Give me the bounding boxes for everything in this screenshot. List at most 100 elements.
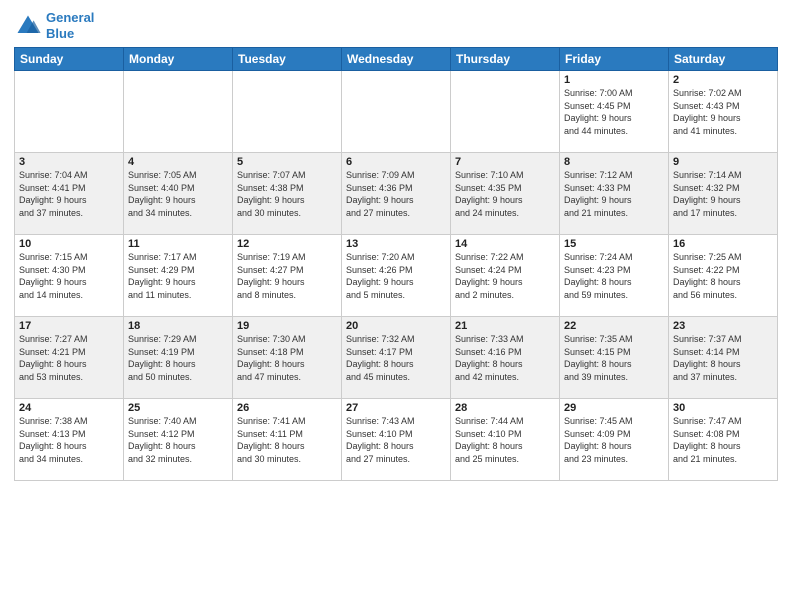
- day-number: 19: [237, 320, 337, 332]
- day-number: 23: [673, 320, 773, 332]
- calendar-cell: 29Sunrise: 7:45 AM Sunset: 4:09 PM Dayli…: [560, 399, 669, 481]
- day-info: Sunrise: 7:02 AM Sunset: 4:43 PM Dayligh…: [673, 87, 773, 137]
- day-info: Sunrise: 7:35 AM Sunset: 4:15 PM Dayligh…: [564, 333, 664, 383]
- day-number: 5: [237, 156, 337, 168]
- day-info: Sunrise: 7:14 AM Sunset: 4:32 PM Dayligh…: [673, 169, 773, 219]
- day-number: 30: [673, 402, 773, 414]
- day-info: Sunrise: 7:05 AM Sunset: 4:40 PM Dayligh…: [128, 169, 228, 219]
- calendar-cell: 22Sunrise: 7:35 AM Sunset: 4:15 PM Dayli…: [560, 317, 669, 399]
- calendar-header-row: SundayMondayTuesdayWednesdayThursdayFrid…: [15, 48, 778, 71]
- calendar-cell: 8Sunrise: 7:12 AM Sunset: 4:33 PM Daylig…: [560, 153, 669, 235]
- day-number: 26: [237, 402, 337, 414]
- day-info: Sunrise: 7:09 AM Sunset: 4:36 PM Dayligh…: [346, 169, 446, 219]
- calendar-cell: 26Sunrise: 7:41 AM Sunset: 4:11 PM Dayli…: [233, 399, 342, 481]
- day-info: Sunrise: 7:04 AM Sunset: 4:41 PM Dayligh…: [19, 169, 119, 219]
- day-info: Sunrise: 7:30 AM Sunset: 4:18 PM Dayligh…: [237, 333, 337, 383]
- day-info: Sunrise: 7:41 AM Sunset: 4:11 PM Dayligh…: [237, 415, 337, 465]
- day-number: 20: [346, 320, 446, 332]
- calendar-cell: [451, 71, 560, 153]
- day-number: 29: [564, 402, 664, 414]
- day-info: Sunrise: 7:44 AM Sunset: 4:10 PM Dayligh…: [455, 415, 555, 465]
- calendar-cell: 12Sunrise: 7:19 AM Sunset: 4:27 PM Dayli…: [233, 235, 342, 317]
- day-info: Sunrise: 7:25 AM Sunset: 4:22 PM Dayligh…: [673, 251, 773, 301]
- weekday-header: Monday: [124, 48, 233, 71]
- day-number: 1: [564, 74, 664, 86]
- day-info: Sunrise: 7:40 AM Sunset: 4:12 PM Dayligh…: [128, 415, 228, 465]
- calendar-cell: 2Sunrise: 7:02 AM Sunset: 4:43 PM Daylig…: [669, 71, 778, 153]
- day-info: Sunrise: 7:00 AM Sunset: 4:45 PM Dayligh…: [564, 87, 664, 137]
- calendar-cell: 24Sunrise: 7:38 AM Sunset: 4:13 PM Dayli…: [15, 399, 124, 481]
- day-info: Sunrise: 7:29 AM Sunset: 4:19 PM Dayligh…: [128, 333, 228, 383]
- calendar-cell: 3Sunrise: 7:04 AM Sunset: 4:41 PM Daylig…: [15, 153, 124, 235]
- day-number: 8: [564, 156, 664, 168]
- day-number: 22: [564, 320, 664, 332]
- weekday-header: Thursday: [451, 48, 560, 71]
- calendar-cell: 13Sunrise: 7:20 AM Sunset: 4:26 PM Dayli…: [342, 235, 451, 317]
- day-number: 14: [455, 238, 555, 250]
- day-number: 28: [455, 402, 555, 414]
- calendar-cell: 30Sunrise: 7:47 AM Sunset: 4:08 PM Dayli…: [669, 399, 778, 481]
- calendar-cell: 6Sunrise: 7:09 AM Sunset: 4:36 PM Daylig…: [342, 153, 451, 235]
- day-number: 25: [128, 402, 228, 414]
- day-info: Sunrise: 7:17 AM Sunset: 4:29 PM Dayligh…: [128, 251, 228, 301]
- day-number: 7: [455, 156, 555, 168]
- calendar-cell: 14Sunrise: 7:22 AM Sunset: 4:24 PM Dayli…: [451, 235, 560, 317]
- day-number: 17: [19, 320, 119, 332]
- calendar-cell: 5Sunrise: 7:07 AM Sunset: 4:38 PM Daylig…: [233, 153, 342, 235]
- day-info: Sunrise: 7:37 AM Sunset: 4:14 PM Dayligh…: [673, 333, 773, 383]
- calendar-cell: [233, 71, 342, 153]
- day-number: 16: [673, 238, 773, 250]
- calendar-cell: 25Sunrise: 7:40 AM Sunset: 4:12 PM Dayli…: [124, 399, 233, 481]
- day-info: Sunrise: 7:32 AM Sunset: 4:17 PM Dayligh…: [346, 333, 446, 383]
- day-number: 3: [19, 156, 119, 168]
- day-number: 4: [128, 156, 228, 168]
- day-number: 10: [19, 238, 119, 250]
- day-number: 6: [346, 156, 446, 168]
- day-number: 9: [673, 156, 773, 168]
- weekday-header: Tuesday: [233, 48, 342, 71]
- calendar-cell: 28Sunrise: 7:44 AM Sunset: 4:10 PM Dayli…: [451, 399, 560, 481]
- calendar-cell: 11Sunrise: 7:17 AM Sunset: 4:29 PM Dayli…: [124, 235, 233, 317]
- calendar-cell: [124, 71, 233, 153]
- calendar-cell: 4Sunrise: 7:05 AM Sunset: 4:40 PM Daylig…: [124, 153, 233, 235]
- calendar-cell: 10Sunrise: 7:15 AM Sunset: 4:30 PM Dayli…: [15, 235, 124, 317]
- calendar-week-row: 10Sunrise: 7:15 AM Sunset: 4:30 PM Dayli…: [15, 235, 778, 317]
- day-number: 21: [455, 320, 555, 332]
- day-number: 12: [237, 238, 337, 250]
- calendar-cell: 7Sunrise: 7:10 AM Sunset: 4:35 PM Daylig…: [451, 153, 560, 235]
- day-info: Sunrise: 7:45 AM Sunset: 4:09 PM Dayligh…: [564, 415, 664, 465]
- weekday-header: Wednesday: [342, 48, 451, 71]
- calendar-week-row: 17Sunrise: 7:27 AM Sunset: 4:21 PM Dayli…: [15, 317, 778, 399]
- day-number: 18: [128, 320, 228, 332]
- header: General Blue: [14, 10, 778, 41]
- page: General Blue SundayMondayTuesdayWednesda…: [0, 0, 792, 612]
- calendar: SundayMondayTuesdayWednesdayThursdayFrid…: [14, 47, 778, 481]
- calendar-cell: 27Sunrise: 7:43 AM Sunset: 4:10 PM Dayli…: [342, 399, 451, 481]
- day-info: Sunrise: 7:20 AM Sunset: 4:26 PM Dayligh…: [346, 251, 446, 301]
- calendar-cell: 17Sunrise: 7:27 AM Sunset: 4:21 PM Dayli…: [15, 317, 124, 399]
- day-info: Sunrise: 7:07 AM Sunset: 4:38 PM Dayligh…: [237, 169, 337, 219]
- weekday-header: Friday: [560, 48, 669, 71]
- day-info: Sunrise: 7:43 AM Sunset: 4:10 PM Dayligh…: [346, 415, 446, 465]
- calendar-cell: 15Sunrise: 7:24 AM Sunset: 4:23 PM Dayli…: [560, 235, 669, 317]
- day-number: 2: [673, 74, 773, 86]
- day-number: 11: [128, 238, 228, 250]
- logo: General Blue: [14, 10, 94, 41]
- logo-icon: [14, 12, 42, 40]
- calendar-cell: [15, 71, 124, 153]
- day-info: Sunrise: 7:12 AM Sunset: 4:33 PM Dayligh…: [564, 169, 664, 219]
- day-info: Sunrise: 7:47 AM Sunset: 4:08 PM Dayligh…: [673, 415, 773, 465]
- day-info: Sunrise: 7:24 AM Sunset: 4:23 PM Dayligh…: [564, 251, 664, 301]
- weekday-header: Sunday: [15, 48, 124, 71]
- calendar-cell: 20Sunrise: 7:32 AM Sunset: 4:17 PM Dayli…: [342, 317, 451, 399]
- day-info: Sunrise: 7:33 AM Sunset: 4:16 PM Dayligh…: [455, 333, 555, 383]
- day-number: 27: [346, 402, 446, 414]
- day-info: Sunrise: 7:10 AM Sunset: 4:35 PM Dayligh…: [455, 169, 555, 219]
- calendar-cell: 23Sunrise: 7:37 AM Sunset: 4:14 PM Dayli…: [669, 317, 778, 399]
- day-info: Sunrise: 7:27 AM Sunset: 4:21 PM Dayligh…: [19, 333, 119, 383]
- day-info: Sunrise: 7:38 AM Sunset: 4:13 PM Dayligh…: [19, 415, 119, 465]
- logo-text: General Blue: [46, 10, 94, 41]
- calendar-cell: 16Sunrise: 7:25 AM Sunset: 4:22 PM Dayli…: [669, 235, 778, 317]
- day-info: Sunrise: 7:19 AM Sunset: 4:27 PM Dayligh…: [237, 251, 337, 301]
- calendar-cell: 21Sunrise: 7:33 AM Sunset: 4:16 PM Dayli…: [451, 317, 560, 399]
